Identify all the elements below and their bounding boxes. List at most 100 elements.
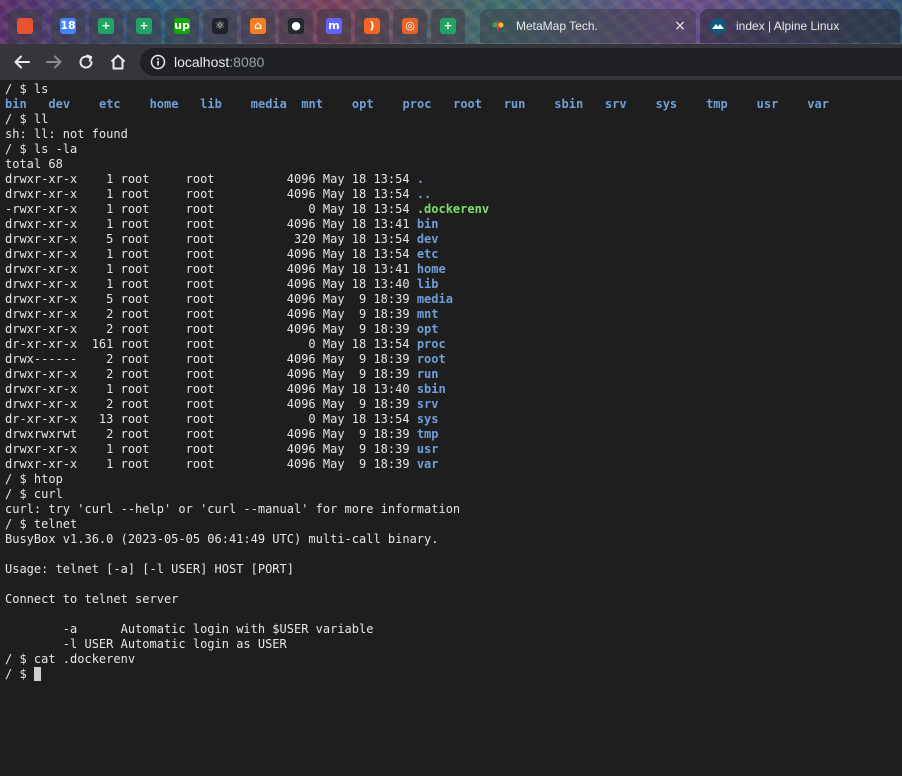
terminal-text: drwxrwxrwt 2 root root 4096 May 9 18:39 [5,427,417,441]
info-icon[interactable] [150,54,166,70]
terminal-text: drwxr-xr-x 1 root root 4096 May 9 18:39 [5,457,417,471]
directory-name: opt [416,322,439,336]
directory-name: media [416,292,453,306]
pinned-tab[interactable]: 18 [51,9,85,43]
terminal-line: Connect to telnet server [5,592,900,607]
terminal-text: drwxr-xr-x 1 root root 4096 May 18 13:41 [5,217,417,231]
terminal-line: sh: ll: not found [5,127,900,142]
terminal-text: drwxr-xr-x 5 root root 320 May 18 13:54 [5,232,417,246]
pinned-tab[interactable]: ● [279,9,313,43]
terminal-line: total 68 [5,157,900,172]
terminal-line: / $ ls -la [5,142,900,157]
directory-name: etc [416,247,439,261]
url-host: localhost [174,54,230,70]
arrow-left-icon [14,55,30,69]
directory-name: proc [402,97,432,111]
terminal-line: drwxr-xr-x 5 root root 4096 May 9 18:39 … [5,292,900,307]
terminal-text: Usage: telnet [-a] [-l USER] HOST [PORT] [5,562,294,576]
pinned-tab[interactable]: + [431,9,465,43]
pinned-tab[interactable]: m [317,9,351,43]
pinned-tab[interactable]: up [165,9,199,43]
directory-name: lib [200,97,222,111]
home-button[interactable] [106,50,130,74]
back-button[interactable] [10,50,34,74]
directory-name: opt [351,97,374,111]
terminal-text: Connect to telnet server [5,592,179,606]
tab-metamap[interactable]: MetaMap Tech. × [480,9,696,43]
terminal-text: / $ ls [5,82,49,96]
terminal-text: drwxr-xr-x 1 root root 4096 May 18 13:40 [5,277,417,291]
pinned-tab[interactable]: + [89,9,123,43]
terminal-text: drwxr-xr-x 1 root root 4096 May 18 13:54 [5,247,417,261]
tab-close-button[interactable]: × [670,18,690,34]
pinned-tab[interactable]: ⚛ [203,9,237,43]
terminal-text: drwxr-xr-x 2 root root 4096 May 9 18:39 [5,322,417,336]
tab-alpine-linux[interactable]: index | Alpine Linux [700,9,900,43]
url-port: :8080 [229,54,265,70]
directory-name: sys [416,412,439,426]
terminal-line: drwxr-xr-x 2 root root 4096 May 9 18:39 … [5,367,900,382]
terminal-output[interactable]: / $ ls bin dev etc home lib media mnt opt… [5,82,900,772]
directory-name: srv [604,97,627,111]
terminal-prompt: / $ [5,667,34,681]
terminal-text: / $ htop [5,472,63,486]
terminal-line: dr-xr-xr-x 161 root root 0 May 18 13:54 … [5,337,900,352]
terminal-text: / $ ls -la [5,142,78,156]
address-bar[interactable]: localhost:8080 [140,48,902,76]
browser-toolbar: localhost:8080 [0,44,902,80]
executable-name: .dockerenv [416,202,490,216]
home-icon [110,54,126,70]
terminal-line: drwxr-xr-x 2 root root 4096 May 9 18:39 … [5,307,900,322]
directory-name: mnt [301,97,324,111]
directory-name: tmp [416,427,439,441]
terminal-text: -rwxr-xr-x 1 root root 0 May 18 13:54 [5,202,417,216]
directory-name: var [807,97,829,111]
terminal-text: / $ cat .dockerenv [5,652,136,666]
directory-name: lib [416,277,439,291]
directory-name: sys [655,97,678,111]
terminal-text: drwxr-xr-x 5 root root 4096 May 9 18:39 [5,292,417,306]
directory-name: root [453,97,483,111]
terminal-line: / $ ls [5,82,900,97]
forward-button[interactable] [42,50,66,74]
arrow-right-icon [46,55,62,69]
pinned-tab[interactable]: ) [355,9,389,43]
tab-title: index | Alpine Linux [736,19,840,33]
terminal-cursor [33,667,41,681]
pinned-tab[interactable] [8,9,42,43]
tab-strip: 18 + + up ⚛ ⌂ ● m) ◎ + MetaMap Tech. × index | Al… [0,0,902,44]
reload-button[interactable] [74,50,98,74]
terminal-text: dr-xr-xr-x 161 root root 0 May 18 13:54 [5,337,417,351]
pinned-tab[interactable]: ⌂ [241,9,275,43]
terminal-line: drwxr-xr-x 1 root root 4096 May 18 13:41… [5,217,900,232]
terminal-prompt-line[interactable]: / $ [5,667,900,682]
terminal-line: -a Automatic login with $USER variable [5,622,900,637]
terminal-line: drwxr-xr-x 1 root root 4096 May 18 13:54… [5,187,900,202]
pinned-tab[interactable]: + [127,9,161,43]
directory-name: srv [416,397,439,411]
terminal-line: drwx------ 2 root root 4096 May 9 18:39 … [5,352,900,367]
terminal-text: drwxr-xr-x 1 root root 4096 May 18 13:54 [5,187,417,201]
terminal-line: dr-xr-xr-x 13 root root 0 May 18 13:54 s… [5,412,900,427]
directory-name: sbin [416,382,446,396]
terminal-text: -a Automatic login with $USER variable [5,622,374,636]
directory-name: proc [416,337,446,351]
pinned-tab[interactable]: ◎ [393,9,427,43]
terminal-line: drwxr-xr-x 5 root root 320 May 18 13:54 … [5,232,900,247]
terminal-text: / $ ll [5,112,49,126]
terminal-text: total 68 [5,157,63,171]
directory-name: usr [756,97,779,111]
directory-name: root [416,352,446,366]
